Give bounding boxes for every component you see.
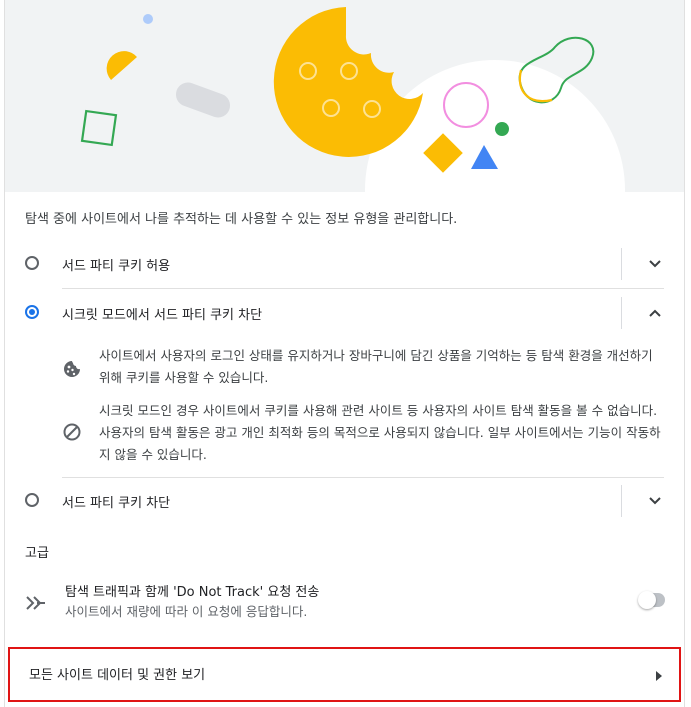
divider (621, 485, 622, 517)
cookie-icon (62, 359, 82, 379)
option-allow-third-party-cookies[interactable]: 서드 파티 쿠키 허용 (5, 240, 684, 288)
do-not-track-subtitle: 사이트에서 재량에 따라 이 요청에 응답합니다. (65, 604, 308, 619)
radio-block-third-party-cookies[interactable] (25, 493, 39, 507)
do-not-track-title: 탐색 트래픽과 함께 'Do Not Track' 요청 전송 (65, 585, 320, 600)
toggle-knob (638, 591, 656, 609)
divider (621, 297, 622, 329)
detail-text: 사이트에서 사용자의 로그인 상태를 유지하거나 장바구니에 담긴 상품을 기억… (99, 348, 653, 385)
option-label: 시크릿 모드에서 서드 파티 쿠키 차단 (62, 308, 263, 323)
do-not-track-toggle[interactable] (638, 591, 665, 609)
cookie-illustration-art (80, 7, 625, 192)
page-description: 탐색 중에 사이트에서 나를 추적하는 데 사용할 수 있는 정보 유형을 관리… (25, 212, 458, 227)
divider (621, 248, 622, 280)
cookie-illustration (5, 0, 684, 192)
chevron-up-icon[interactable] (645, 303, 665, 323)
option-block-in-incognito[interactable]: 시크릿 모드에서 서드 파티 쿠키 차단 (5, 289, 684, 337)
cookies-settings-panel: 탐색 중에 사이트에서 나를 추적하는 데 사용할 수 있는 정보 유형을 관리… (4, 0, 685, 707)
block-icon (62, 422, 82, 442)
chevron-down-icon[interactable] (645, 491, 665, 511)
radio-block-in-incognito[interactable] (25, 305, 39, 319)
radio-allow-third-party-cookies[interactable] (25, 256, 39, 270)
detail-text: 시크릿 모드인 경우 사이트에서 쿠키를 사용해 관련 사이트 등 사용자의 사… (99, 403, 661, 462)
do-not-track-row[interactable]: 탐색 트래픽과 함께 'Do Not Track' 요청 전송 사이트에서 재량… (5, 578, 684, 628)
all-site-data-label: 모든 사이트 데이터 및 권한 보기 (29, 668, 206, 683)
do-not-track-icon (25, 592, 47, 614)
advanced-section-title: 고급 (25, 546, 49, 561)
option-label: 서드 파티 쿠키 차단 (62, 496, 171, 511)
option-block-third-party-cookies[interactable]: 서드 파티 쿠키 차단 (5, 477, 684, 525)
chevron-down-icon[interactable] (645, 254, 665, 274)
option-label: 서드 파티 쿠키 허용 (62, 259, 171, 274)
arrow-right-icon (654, 667, 664, 681)
all-site-data-link[interactable]: 모든 사이트 데이터 및 권한 보기 (8, 647, 681, 702)
